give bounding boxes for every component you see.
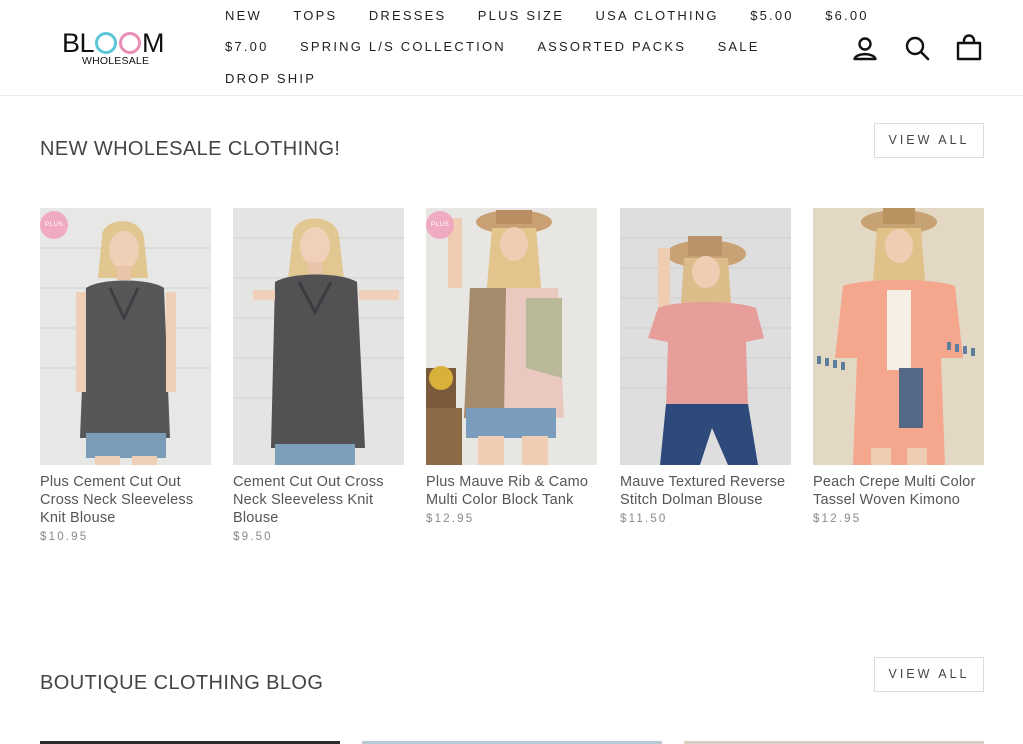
blog-view-all-button[interactable]: VIEW ALL (874, 657, 984, 692)
new-clothing-section-title: NEW WHOLESALE CLOTHING! (40, 138, 341, 160)
product-card[interactable]: Cement Cut Out Cross Neck Sleeveless Kni… (233, 208, 404, 543)
product-card[interactable]: PLUS Plus Mauve Rib & Camo Multi Color B… (426, 208, 597, 525)
product-price: $11.50 (620, 513, 668, 525)
product-price: $12.95 (426, 513, 475, 525)
logo-wordmark: BL M (62, 28, 165, 58)
nav-item-new[interactable]: NEW (225, 7, 262, 25)
product-image[interactable]: PLUS (40, 208, 211, 465)
nav-item-assorted-packs[interactable]: ASSORTED PACKS (537, 38, 686, 56)
cart-icon[interactable] (955, 34, 983, 62)
product-card[interactable]: Peach Crepe Multi Color Tassel Woven Kim… (813, 208, 984, 525)
product-title[interactable]: Peach Crepe Multi Color Tassel Woven Kim… (813, 473, 984, 509)
nav-item-6-dollars[interactable]: $6.00 (825, 7, 869, 25)
product-price: $10.95 (40, 531, 89, 543)
product-title[interactable]: Plus Mauve Rib & Camo Multi Color Block … (426, 473, 597, 509)
nav-row-1: NEW TOPS DRESSES PLUS SIZE USA CLOTHING … (225, 7, 896, 25)
new-clothing-view-all-button[interactable]: VIEW ALL (874, 123, 984, 158)
nav-item-5-dollars[interactable]: $5.00 (750, 7, 794, 25)
header-icons (851, 34, 983, 62)
nav-item-sale[interactable]: SALE (718, 38, 760, 56)
product-image[interactable] (233, 208, 404, 465)
product-price: $12.95 (813, 513, 862, 525)
site-header: BL M WHOLESALE NEW TOPS DRESSES PLUS SIZE… (0, 0, 1023, 96)
nav-item-plus-size[interactable]: PLUS SIZE (478, 7, 564, 25)
product-title[interactable]: Plus Cement Cut Out Cross Neck Sleeveles… (40, 473, 211, 527)
nav-item-drop-ship[interactable]: DROP SHIP (225, 70, 316, 88)
plus-badge: PLUS (40, 211, 68, 239)
nav-item-tops[interactable]: TOPS (293, 7, 337, 25)
nav-row-3: DROP SHIP (225, 70, 343, 88)
bloom-wholesale-logo[interactable]: BL M WHOLESALE (60, 28, 175, 70)
nav-item-7-dollars[interactable]: $7.00 (225, 38, 269, 56)
nav-item-dresses[interactable]: DRESSES (369, 7, 447, 25)
nav-item-spring-collection[interactable]: SPRING L/S COLLECTION (300, 38, 506, 56)
product-title[interactable]: Cement Cut Out Cross Neck Sleeveless Kni… (233, 473, 404, 527)
logo-subtitle: WHOLESALE (82, 55, 150, 67)
account-icon[interactable] (851, 34, 879, 62)
product-image[interactable] (620, 208, 791, 465)
product-image[interactable] (813, 208, 984, 465)
product-price: $9.50 (233, 531, 273, 543)
search-icon[interactable] (903, 34, 931, 62)
nav-item-usa-clothing[interactable]: USA CLOTHING (596, 7, 719, 25)
product-title[interactable]: Mauve Textured Reverse Stitch Dolman Blo… (620, 473, 791, 509)
plus-badge: PLUS (426, 211, 454, 239)
blog-section-title: BOUTIQUE CLOTHING BLOG (40, 672, 324, 694)
product-card[interactable]: Mauve Textured Reverse Stitch Dolman Blo… (620, 208, 791, 525)
nav-row-2: $7.00 SPRING L/S COLLECTION ASSORTED PAC… (225, 38, 787, 56)
product-card[interactable]: PLUS Plus Cement Cut Out Cross Neck Slee… (40, 208, 211, 543)
product-image[interactable]: PLUS (426, 208, 597, 465)
